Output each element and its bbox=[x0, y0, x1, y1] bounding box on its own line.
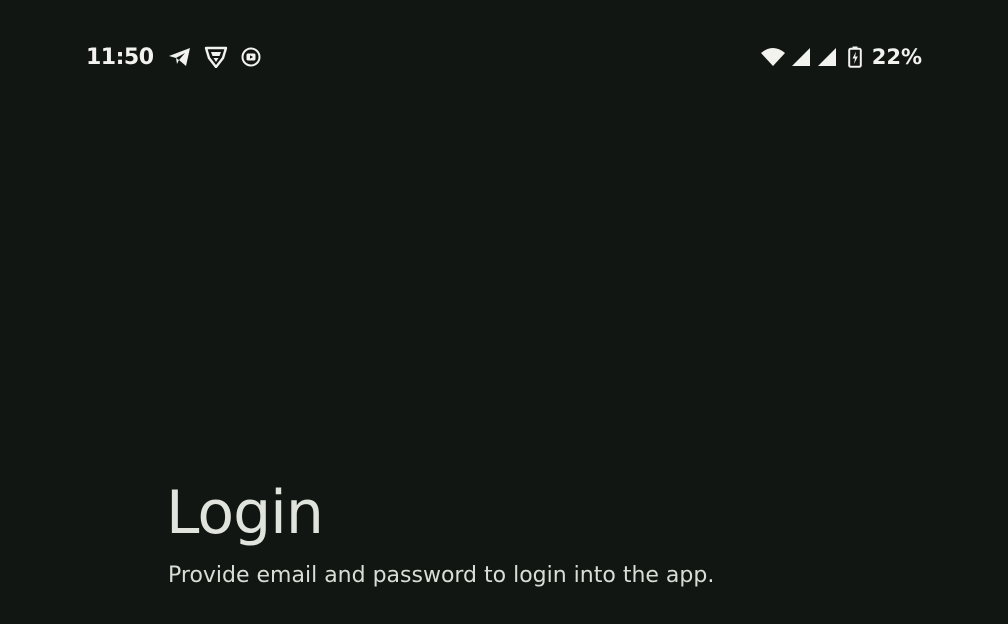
status-bar: 11:50 22% bbox=[0, 0, 1008, 114]
telegram-icon bbox=[168, 46, 192, 68]
battery-percentage: 22% bbox=[871, 45, 922, 69]
login-subtitle: Provide email and password to login into… bbox=[168, 563, 715, 588]
cell-signal-icon bbox=[790, 46, 812, 68]
battery-charging-icon bbox=[847, 46, 862, 68]
cell-signal-icon bbox=[816, 46, 838, 68]
vpn-shield-icon bbox=[204, 46, 228, 69]
status-bar-left: 11:50 bbox=[86, 42, 274, 72]
status-bar-right: 22% bbox=[760, 42, 922, 72]
media-notification-icon bbox=[240, 46, 262, 68]
wifi-icon bbox=[760, 46, 786, 68]
page-title: Login bbox=[166, 478, 324, 548]
status-time: 11:50 bbox=[86, 44, 154, 70]
